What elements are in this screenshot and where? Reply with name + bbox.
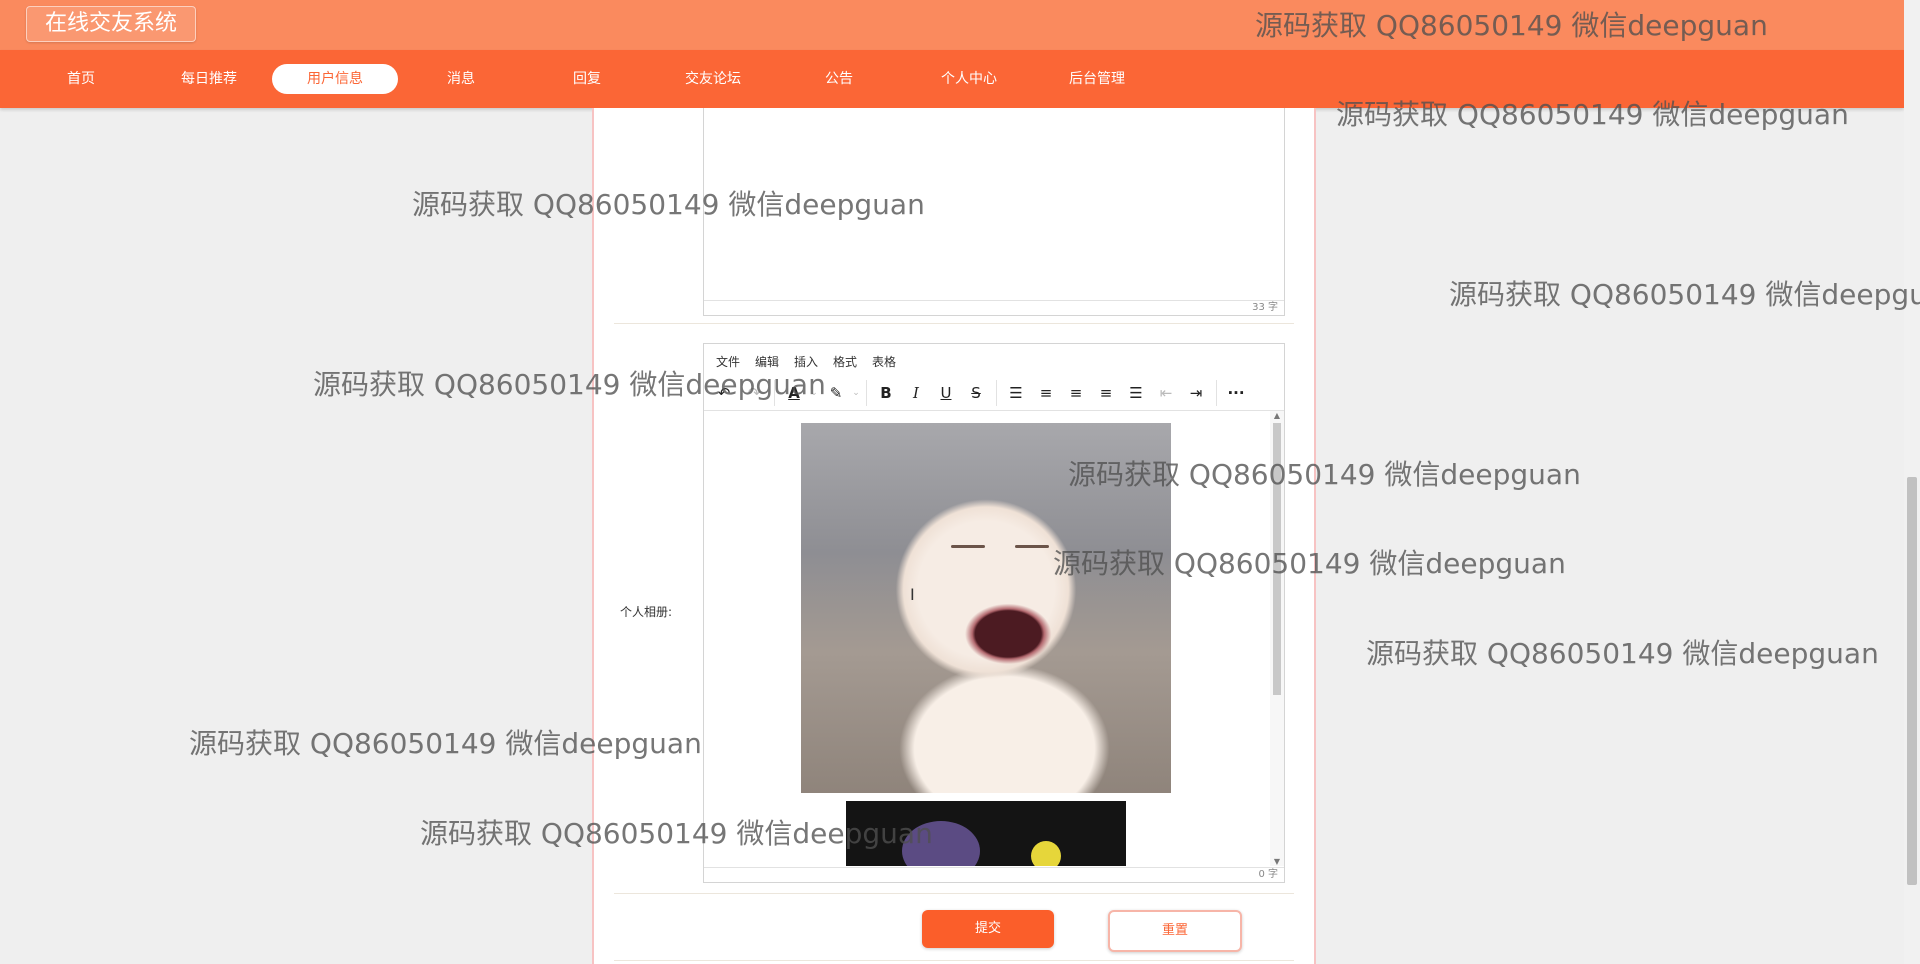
toolbar-divider <box>1216 380 1217 406</box>
site-title[interactable]: 在线交友系统 <box>26 6 197 42</box>
divider <box>614 960 1294 961</box>
album-label: 个人相册: <box>620 605 673 619</box>
page-scroll-thumb[interactable] <box>1907 477 1917 885</box>
album-image-cat <box>801 423 1171 793</box>
word-count: 33 字 <box>1252 302 1278 313</box>
word-count-bar: 0 字 <box>704 867 1284 882</box>
scroll-up-icon[interactable]: ▲ <box>1270 411 1284 420</box>
align-center-icon[interactable]: ≡ <box>1064 382 1088 404</box>
nav-personal-center[interactable]: 个人中心 <box>906 64 1032 94</box>
menu-format[interactable]: 格式 <box>833 353 857 370</box>
page-scrollbar[interactable] <box>1904 0 1920 964</box>
editor-content[interactable] <box>704 411 1274 866</box>
align-right-icon[interactable]: ≡ <box>1094 382 1118 404</box>
word-count-bar: 33 字 <box>704 300 1284 315</box>
cat-eye-right <box>1015 545 1049 548</box>
nav-replies[interactable]: 回复 <box>524 64 650 94</box>
scroll-thumb[interactable] <box>1273 423 1281 695</box>
align-left-icon[interactable]: ≡ <box>1034 382 1058 404</box>
nav-announcements[interactable]: 公告 <box>776 64 902 94</box>
list-icon[interactable]: ☰ <box>1004 382 1028 404</box>
editor-scrollbar[interactable]: ▲ ▼ <box>1270 411 1284 866</box>
menu-edit[interactable]: 编辑 <box>755 353 779 370</box>
image-shape <box>902 821 980 866</box>
chevron-down-icon[interactable]: ⌄ <box>802 382 826 404</box>
toolbar-divider <box>866 380 867 406</box>
bold-icon[interactable]: B <box>874 382 898 404</box>
outdent-icon[interactable]: ⇤ <box>1154 382 1178 404</box>
editor-toolbar: ↶ ↷ A ⌄ ✎ ⌄ B I U S ☰ ≡ ≡ ≡ ☰ ⇤ ⇥ ··· <box>704 376 1284 411</box>
main-nav: 首页 每日推荐 用户信息 消息 回复 交友论坛 公告 个人中心 后台管理 <box>0 50 1904 108</box>
nav-home[interactable]: 首页 <box>18 64 144 94</box>
chevron-down-icon[interactable]: ⌄ <box>844 382 868 404</box>
cat-eye-left <box>951 545 985 548</box>
reset-button[interactable]: 重置 <box>1108 910 1242 952</box>
nav-messages[interactable]: 消息 <box>398 64 524 94</box>
divider <box>614 893 1294 894</box>
menu-table[interactable]: 表格 <box>872 353 896 370</box>
image-shape <box>1031 841 1061 866</box>
previous-editor[interactable]: 33 字 <box>703 108 1285 316</box>
top-header: 在线交友系统 <box>0 0 1904 50</box>
text-cursor-icon: I <box>910 585 915 604</box>
word-count: 0 字 <box>1258 869 1278 880</box>
undo-icon[interactable]: ↶ <box>712 382 736 404</box>
user-info-form: 33 字 个人相册: 文件 编辑 插入 格式 表格 ↶ ↷ A ⌄ ✎ ⌄ B … <box>592 108 1316 964</box>
divider <box>614 323 1294 324</box>
menu-insert[interactable]: 插入 <box>794 353 818 370</box>
menu-file[interactable]: 文件 <box>716 353 740 370</box>
nav-admin[interactable]: 后台管理 <box>1034 64 1160 94</box>
nav-daily-recommend[interactable]: 每日推荐 <box>146 64 272 94</box>
justify-icon[interactable]: ☰ <box>1124 382 1148 404</box>
more-icon[interactable]: ··· <box>1224 382 1248 404</box>
watermark: 源码获取 QQ86050149 微信deepguan <box>1366 637 1879 670</box>
underline-icon[interactable]: U <box>934 382 958 404</box>
nav-user-info[interactable]: 用户信息 <box>272 64 398 94</box>
editor-menubar: 文件 编辑 插入 格式 表格 <box>704 344 1284 376</box>
strikethrough-icon[interactable]: S <box>964 382 988 404</box>
watermark: 源码获取 QQ86050149 微信deepguan <box>1449 278 1920 311</box>
submit-button[interactable]: 提交 <box>922 910 1054 948</box>
nav-forum[interactable]: 交友论坛 <box>650 64 776 94</box>
toolbar-divider <box>774 380 775 406</box>
redo-icon[interactable]: ↷ <box>742 382 766 404</box>
album-image-2 <box>846 801 1126 866</box>
album-editor[interactable]: 文件 编辑 插入 格式 表格 ↶ ↷ A ⌄ ✎ ⌄ B I U S ☰ ≡ ≡… <box>703 343 1285 883</box>
toolbar-divider <box>996 380 997 406</box>
italic-icon[interactable]: I <box>904 382 928 404</box>
scroll-down-icon[interactable]: ▼ <box>1270 857 1284 866</box>
indent-icon[interactable]: ⇥ <box>1184 382 1208 404</box>
